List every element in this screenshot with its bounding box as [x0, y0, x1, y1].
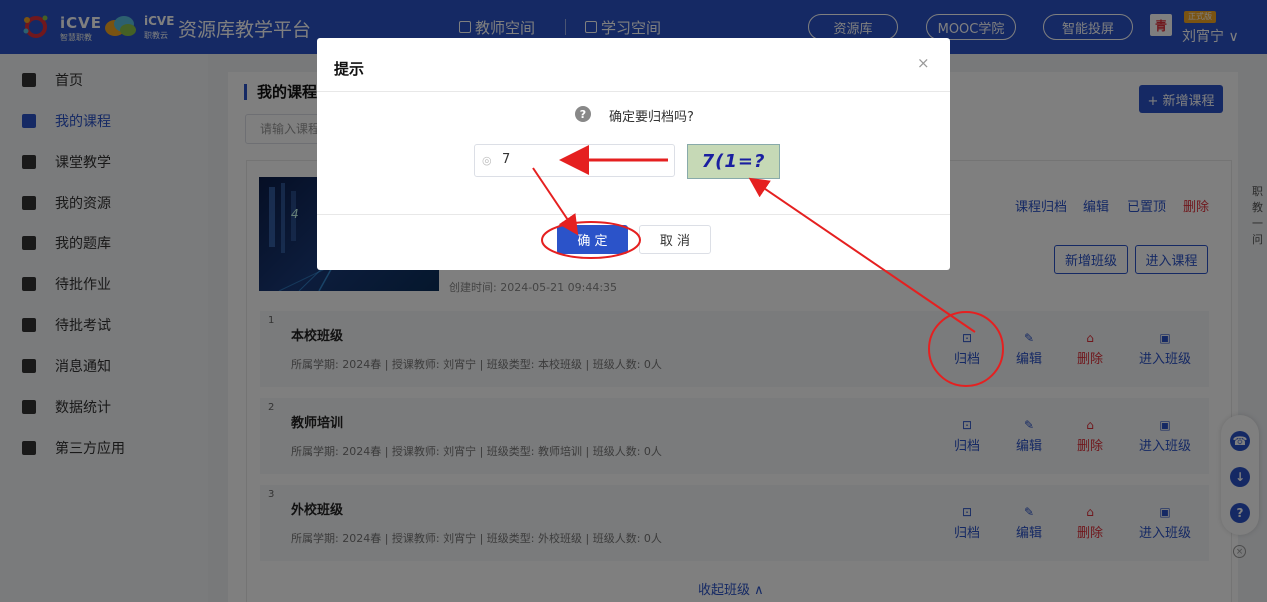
- shield-icon: ◎: [482, 154, 492, 167]
- archive-confirm-dialog: 提示 × ? 确定要归档吗? ◎ 7 7(1=? 确 定 取 消: [317, 38, 950, 270]
- close-icon[interactable]: ×: [917, 54, 930, 72]
- captcha-input-value: 7: [502, 152, 511, 167]
- cancel-button[interactable]: 取 消: [639, 225, 711, 254]
- captcha-image[interactable]: 7(1=?: [687, 144, 780, 179]
- question-icon: ?: [575, 106, 591, 122]
- divider: [317, 91, 950, 92]
- divider: [317, 214, 950, 215]
- dialog-title: 提示: [334, 60, 365, 78]
- confirm-button[interactable]: 确 定: [557, 225, 628, 254]
- dialog-message: 确定要归档吗?: [609, 110, 694, 125]
- captcha-input[interactable]: ◎ 7: [474, 144, 675, 177]
